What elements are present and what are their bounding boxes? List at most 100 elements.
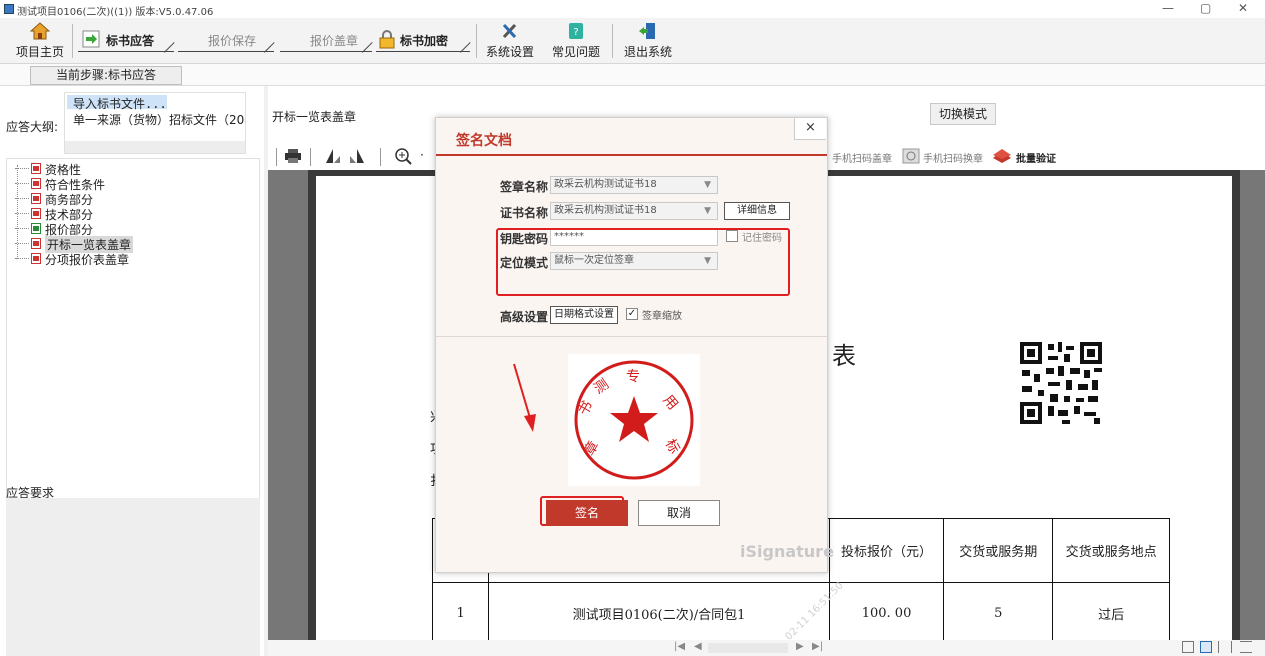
step-label: 报价盖章 xyxy=(310,34,359,48)
requirements-box xyxy=(6,498,260,656)
table-cell: 5 xyxy=(943,582,1054,645)
step-underline xyxy=(78,51,174,52)
first-page-icon[interactable]: |◀ xyxy=(674,641,685,652)
step-quote-seal[interactable]: 报价盖章 xyxy=(280,28,376,54)
step-underline xyxy=(280,51,372,52)
table-cell: 1 xyxy=(431,582,490,645)
outline-scrollbar[interactable] xyxy=(65,141,245,153)
toolbar-separator xyxy=(72,24,73,58)
step-encrypt[interactable]: 标书加密 xyxy=(376,28,474,54)
switch-mode-button[interactable]: 切换模式 xyxy=(930,103,996,125)
step-underline xyxy=(376,51,470,52)
zoom-dropdown-icon[interactable]: · xyxy=(420,148,424,162)
chevron-down-icon: ▼ xyxy=(704,206,711,216)
step-label: 标书加密 xyxy=(400,34,449,48)
date-format-button[interactable]: 日期格式设置 xyxy=(550,306,618,324)
seal-preview: 专 用 章 标 书 测 xyxy=(568,354,700,486)
doc-title: 开标一览表盖章 xyxy=(272,110,357,124)
toolbar-separator xyxy=(276,148,277,166)
outline-item-tender[interactable]: 单一来源（货物）招标文件（20 xyxy=(73,111,244,128)
seal-name-select[interactable]: 政采云机构测试证书18 ▼ xyxy=(550,176,718,194)
last-page-icon[interactable]: ▶| xyxy=(812,641,823,652)
settings-button[interactable]: 系统设置 xyxy=(482,22,538,60)
outline-item-import[interactable]: 导入标书文件... xyxy=(73,95,167,112)
pdf-icon xyxy=(31,163,41,174)
dialog-close-button[interactable]: × xyxy=(794,118,826,140)
viewer-statusbar: |◀ ◀ ▶ ▶| xyxy=(268,640,1265,656)
toolbar-separator xyxy=(310,148,311,166)
home-button[interactable]: 项目主页 xyxy=(14,22,66,60)
settings-label: 系统设置 xyxy=(485,45,534,59)
single-page-icon[interactable] xyxy=(1182,641,1194,653)
layout-icon[interactable] xyxy=(1240,641,1252,653)
house-icon xyxy=(29,22,51,40)
pdf-icon xyxy=(31,208,41,219)
app-icon xyxy=(4,4,14,14)
lock-icon xyxy=(379,30,395,49)
seal-name-value: 政采云机构测试证书18 xyxy=(554,179,657,190)
cancel-button[interactable]: 取消 xyxy=(638,500,720,526)
tree-item-label: 分项报价表盖章 xyxy=(45,253,130,267)
batch-verify-icon xyxy=(993,149,1011,163)
phone-sign-button[interactable]: 手机扫码盖章 xyxy=(832,150,892,165)
pdf-icon xyxy=(31,238,41,249)
toolbar-separator xyxy=(380,148,381,166)
outline-list[interactable]: 导入标书文件... 单一来源（货物）招标文件（20 xyxy=(64,92,246,154)
rotate-right-icon[interactable] xyxy=(348,148,366,164)
print-icon[interactable] xyxy=(284,148,302,164)
step-save-quote[interactable]: 报价保存 xyxy=(178,28,278,54)
cert-name-select[interactable]: 政采云机构测试证书18 ▼ xyxy=(550,202,718,220)
exit-door-icon xyxy=(639,23,655,39)
cert-name-label: 证书名称 xyxy=(500,206,549,220)
toolbar-separator xyxy=(476,24,477,58)
main-toolbar: 项目主页 标书应答 报价保存 报价盖章 标书加密 系统设置 ? 常见问题 退出系… xyxy=(0,18,1265,64)
pdf-icon xyxy=(31,253,41,264)
page-scrollbar[interactable] xyxy=(708,643,788,653)
window-title: 测试项目0106(二次)((1)) 版本:V5.0.47.06 xyxy=(17,7,214,18)
prev-page-icon[interactable]: ◀ xyxy=(694,641,702,652)
scale-seal-checkbox[interactable]: ✓ xyxy=(626,308,638,320)
highlight-box xyxy=(496,228,790,296)
cert-detail-button[interactable]: 详细信息 xyxy=(724,202,790,220)
table-header-cell: 投标报价（元） xyxy=(828,518,945,583)
toolbar-separator xyxy=(612,24,613,58)
page-heading: 表 xyxy=(832,342,856,370)
phone-swap-button[interactable]: 手机扫码换章 xyxy=(923,150,983,165)
step-bid-response[interactable]: 标书应答 xyxy=(78,28,176,54)
seal-name-label: 签章名称 xyxy=(500,180,549,194)
batch-verify-button[interactable]: 批量验证 xyxy=(1016,150,1056,165)
cert-name-value: 政采云机构测试证书18 xyxy=(554,205,657,216)
sign-button[interactable]: 签名 xyxy=(546,500,628,526)
svg-text:?: ? xyxy=(573,27,578,38)
close-window-button[interactable]: ✕ xyxy=(1238,1,1248,15)
step-tab-bar: 当前步骤:标书应答 xyxy=(0,64,1265,86)
table-cell: 测试项目0106(二次)/合同包1 xyxy=(488,582,830,645)
price-icon xyxy=(31,223,41,234)
next-page-icon[interactable]: ▶ xyxy=(796,641,804,652)
zoom-in-icon[interactable] xyxy=(394,147,414,165)
outline-label: 应答大纲: xyxy=(6,120,59,134)
dialog-divider xyxy=(436,336,827,337)
restore-button[interactable]: ▢ xyxy=(1200,1,1211,15)
faq-button[interactable]: ? 常见问题 xyxy=(548,22,604,60)
annotation-arrow-icon xyxy=(513,363,536,432)
title-bar: 测试项目0106(二次)((1)) 版本:V5.0.47.06 — ▢ ✕ xyxy=(0,0,1265,18)
rotate-left-icon[interactable] xyxy=(324,148,342,164)
sign-dialog: 签名文档 × 签章名称 政采云机构测试证书18 ▼ 证书名称 政采云机构测试证书1… xyxy=(435,117,834,573)
green-arrow-icon xyxy=(82,30,100,48)
scale-seal-label: 签章缩放 xyxy=(642,311,682,322)
current-step-tab[interactable]: 当前步骤:标书应答 xyxy=(30,66,182,85)
table-cell: 过后 xyxy=(1052,582,1170,645)
continuous-page-icon[interactable] xyxy=(1200,641,1212,653)
exit-button[interactable]: 退出系统 xyxy=(620,22,676,60)
two-page-icon[interactable] xyxy=(1218,641,1232,653)
exit-label: 退出系统 xyxy=(623,45,672,59)
step-label: 标书应答 xyxy=(106,34,155,48)
tools-icon xyxy=(502,23,517,39)
tree-connector xyxy=(17,165,18,259)
table-header-cell: 交货或服务地点 xyxy=(1052,518,1170,583)
pdf-icon xyxy=(31,193,41,204)
chevron-down-icon: ▼ xyxy=(704,180,711,190)
table-cell: 100. 00 xyxy=(828,582,945,645)
minimize-button[interactable]: — xyxy=(1162,1,1174,15)
